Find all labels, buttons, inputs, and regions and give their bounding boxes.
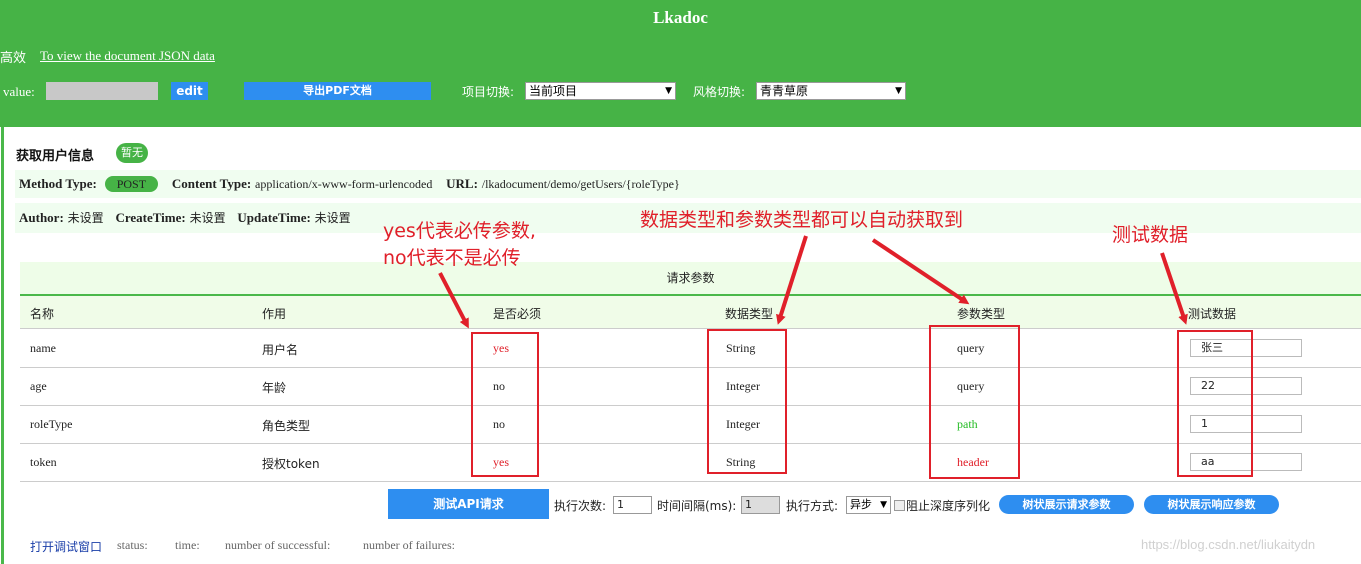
col-header-param-type: 参数类型 — [957, 307, 1006, 321]
failure-count-label: number of failures: — [363, 538, 455, 552]
value-label: value: — [3, 84, 35, 99]
annotation-box-param-type — [929, 325, 1020, 479]
col-header-name: 名称 — [30, 307, 55, 321]
param-name: roleType — [30, 417, 73, 431]
tree-response-params-button[interactable]: 树状展示响应参数 — [1144, 495, 1279, 514]
annotation-types-note: 数据类型和参数类型都可以自动获取到 — [640, 209, 964, 231]
update-time-label: UpdateTime: — [237, 210, 311, 225]
param-name: token — [30, 455, 57, 469]
method-badge: POST — [104, 176, 159, 192]
col-header-required: 是否必须 — [493, 307, 542, 321]
author-label: Author: — [19, 210, 64, 225]
interval-label: 时间间隔(ms): — [657, 499, 737, 513]
api-title: 获取用户信息 — [16, 149, 95, 164]
param-desc: 授权token — [262, 457, 320, 471]
exec-count-input[interactable]: 1 — [613, 496, 652, 514]
project-switch-label: 项目切换: — [462, 85, 515, 99]
exec-mode-label: 执行方式: — [786, 499, 839, 513]
watermark: https://blog.csdn.net/liukaitydn — [1141, 537, 1316, 552]
deep-serialize-label: 阻止深度序列化 — [906, 499, 991, 513]
annotation-required-note-1: yes代表必传参数, — [383, 220, 536, 242]
annotation-box-data-type — [707, 329, 787, 474]
url-value: /lkadocument/demo/getUsers/{roleType} — [481, 177, 680, 191]
request-params-table: 请求参数 名称 作用 是否必须 数据类型 参数类型 测试数据 name 用户名 … — [20, 262, 1361, 482]
annotation-box-test-data — [1177, 330, 1253, 477]
project-select[interactable]: 当前项目 ▼ — [525, 82, 676, 100]
annotation-required-note-2: no代表不是必传 — [383, 247, 521, 269]
param-name: name — [30, 341, 56, 355]
status-label: status: — [117, 538, 148, 552]
table-row: roleType 角色类型 no Integer path 1 — [20, 405, 1361, 444]
annotation-test-note: 测试数据 — [1112, 224, 1189, 246]
content-type-label: Content Type: — [171, 176, 252, 191]
test-api-button[interactable]: 测试API请求 — [388, 489, 549, 519]
param-desc: 用户名 — [262, 343, 299, 357]
table-row: age 年龄 no Integer query 22 — [20, 367, 1361, 406]
exec-mode-select[interactable]: 异步 ▼ — [846, 496, 891, 514]
export-pdf-button[interactable]: 导出PDF文档 — [244, 82, 431, 100]
annotation-box-required — [471, 332, 539, 477]
url-label: URL: — [446, 176, 478, 191]
efficient-label: 高效 — [0, 51, 27, 66]
update-time-value: 未设置 — [314, 211, 351, 225]
exec-count-label: 执行次数: — [554, 499, 607, 513]
param-name: age — [30, 379, 47, 393]
style-select[interactable]: 青青草原 ▼ — [756, 82, 906, 100]
status-badge: 暂无 — [116, 143, 148, 163]
col-header-test-data: 测试数据 — [1188, 307, 1237, 321]
style-select-value: 青青草原 — [760, 84, 809, 98]
exec-mode-value: 异步 — [850, 498, 872, 511]
json-data-link[interactable]: To view the document JSON data — [40, 48, 215, 64]
success-count-label: number of successful: — [225, 538, 331, 552]
col-header-data-type: 数据类型 — [725, 307, 774, 321]
app-title: Lkadoc — [653, 8, 708, 27]
param-desc: 年龄 — [262, 381, 287, 395]
dropdown-arrow-icon: ▼ — [665, 86, 672, 96]
deep-serialize-checkbox[interactable] — [894, 500, 905, 511]
interval-input[interactable]: 1 — [741, 496, 780, 514]
create-time-value: 未设置 — [189, 211, 226, 225]
param-desc: 角色类型 — [262, 419, 311, 433]
method-type-label: Method Type: — [19, 176, 97, 191]
tree-request-params-button[interactable]: 树状展示请求参数 — [999, 495, 1134, 514]
edit-button[interactable]: edit — [171, 82, 208, 100]
table-row: name 用户名 yes String query 张三 — [20, 329, 1361, 368]
method-row: Method Type: POST Content Type: applicat… — [15, 170, 1361, 198]
project-select-value: 当前项目 — [529, 84, 578, 98]
params-title: 请求参数 — [20, 262, 1361, 296]
col-header-desc: 作用 — [262, 307, 287, 321]
table-row: token 授权token yes String header aa — [20, 443, 1361, 482]
top-bar: Lkadoc 高效 To view the document JSON data… — [0, 0, 1361, 127]
content-type-value: application/x-www-form-urlencoded — [255, 177, 433, 191]
table-header-row: 名称 作用 是否必须 数据类型 参数类型 测试数据 — [20, 296, 1361, 329]
dropdown-arrow-icon: ▼ — [895, 86, 902, 96]
left-border — [1, 127, 4, 564]
author-value: 未设置 — [67, 211, 104, 225]
style-switch-label: 风格切换: — [693, 85, 746, 99]
time-label: time: — [175, 538, 200, 552]
create-time-label: CreateTime: — [115, 210, 186, 225]
dropdown-arrow-icon: ▼ — [880, 500, 887, 510]
value-input[interactable] — [46, 82, 158, 100]
open-debug-window-link[interactable]: 打开调试窗口 — [30, 538, 102, 555]
